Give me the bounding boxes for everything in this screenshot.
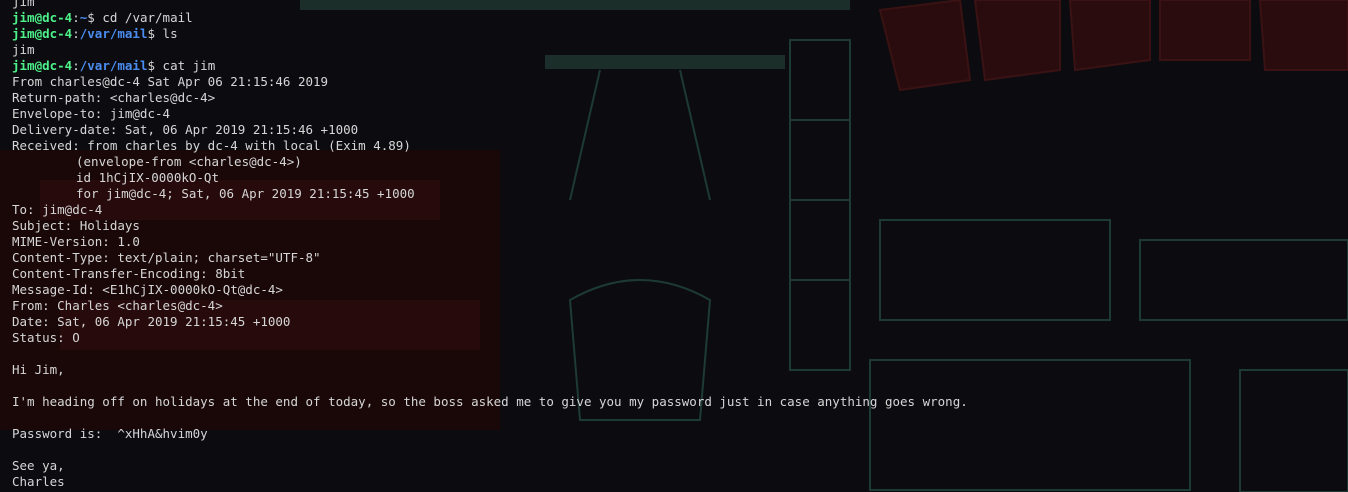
output-line: Delivery-date: Sat, 06 Apr 2019 21:15:46… bbox=[12, 122, 359, 137]
output-line: Content-Type: text/plain; charset="UTF-8… bbox=[12, 250, 321, 265]
output-line: Charles bbox=[12, 474, 65, 489]
prompt-separator: : bbox=[72, 58, 80, 73]
output-line: Status: O bbox=[12, 330, 80, 345]
output-line: Envelope-to: jim@dc-4 bbox=[12, 106, 171, 121]
output-line: I'm heading off on holidays at the end o… bbox=[12, 394, 968, 409]
prompt-path: /var/mail bbox=[79, 26, 148, 41]
output-line-indented: id 1hCjIX-0000kO-Qt bbox=[76, 170, 219, 185]
output-line: jim bbox=[12, 42, 35, 57]
output-line: Password is: ^xHhA&hvim0y bbox=[12, 426, 208, 441]
output-line: Content-Transfer-Encoding: 8bit bbox=[12, 266, 246, 281]
prompt-symbol: $ bbox=[147, 58, 163, 73]
output-line: Return-path: <charles@dc-4> bbox=[12, 90, 216, 105]
command-text: cat jim bbox=[162, 58, 216, 73]
output-line: Subject: Holidays bbox=[12, 218, 140, 233]
output-line: From charles@dc-4 Sat Apr 06 21:15:46 20… bbox=[12, 74, 329, 89]
output-line: Hi Jim, bbox=[12, 362, 65, 377]
prompt-line: jim@dc-4:/var/mail$ cat jim bbox=[12, 58, 1348, 74]
output-line: Received: from charles by dc-4 with loca… bbox=[12, 138, 411, 153]
prompt-user: jim@dc-4 bbox=[12, 10, 73, 25]
output-line: Date: Sat, 06 Apr 2019 21:15:45 +1000 bbox=[12, 314, 291, 329]
prompt-symbol: $ bbox=[147, 26, 163, 41]
output-line-indented: (envelope-from <charles@dc-4>) bbox=[76, 154, 302, 169]
output-line: To: jim@dc-4 bbox=[12, 202, 103, 217]
prompt-symbol: $ bbox=[87, 10, 103, 25]
prompt-user: jim@dc-4 bbox=[12, 26, 73, 41]
prompt-separator: : bbox=[72, 10, 80, 25]
output-line: See ya, bbox=[12, 458, 65, 473]
output-line: From: Charles <charles@dc-4> bbox=[12, 298, 223, 313]
prompt-path: /var/mail bbox=[79, 58, 148, 73]
output-line-indented: for jim@dc-4; Sat, 06 Apr 2019 21:15:45 … bbox=[76, 186, 415, 201]
output-line: Message-Id: <E1hCjIX-0000kO-Qt@dc-4> bbox=[12, 282, 283, 297]
prompt-separator: : bbox=[72, 26, 80, 41]
prompt-line: jim@dc-4:/var/mail$ ls bbox=[12, 26, 1348, 42]
terminal-output: jim jim@dc-4:~$ cd /var/mail jim@dc-4:/var… bbox=[12, 0, 1348, 492]
prompt-line: jim@dc-4:~$ cd /var/mail bbox=[12, 10, 1348, 26]
prompt-user: jim@dc-4 bbox=[12, 58, 73, 73]
output-line: MIME-Version: 1.0 bbox=[12, 234, 140, 249]
command-text: ls bbox=[162, 26, 178, 41]
output-line: jim bbox=[12, 0, 35, 9]
command-text: cd /var/mail bbox=[102, 10, 193, 25]
